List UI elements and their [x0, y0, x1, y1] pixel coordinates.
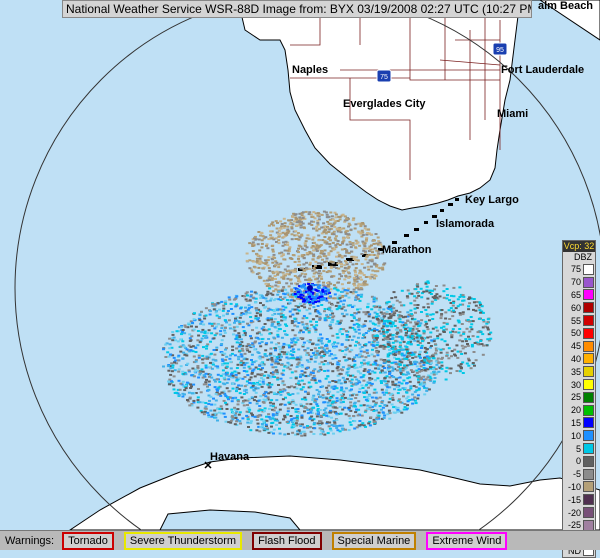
legend-label: 35	[570, 366, 581, 377]
legend-label: -5	[572, 469, 581, 480]
legend-row: 35	[563, 365, 595, 378]
legend-label: 15	[570, 417, 581, 428]
radar-map: 75 95	[0, 0, 600, 530]
legend-swatch	[583, 340, 594, 352]
legend-swatch	[583, 315, 594, 327]
legend-row: -5	[563, 468, 595, 481]
legend-row: 25	[563, 391, 595, 404]
legend-swatch	[583, 353, 594, 365]
legend-label: 40	[570, 353, 581, 364]
legend-row: 75	[563, 263, 595, 276]
legend-row: 10	[563, 429, 595, 442]
warning-extreme-wind[interactable]: Extreme Wind	[426, 531, 508, 550]
legend-swatch	[583, 276, 594, 288]
legend-swatch	[583, 494, 594, 506]
legend-swatch	[583, 379, 594, 391]
legend-swatch	[583, 366, 594, 378]
legend-swatch	[583, 302, 594, 314]
legend-scale: 75 70 65 60 55 50 45 40 35 30 25 20 15 10 5 0 -5 -10 -15 -2…	[563, 263, 595, 557]
title-bar: National Weather Service WSR-88D Image f…	[62, 0, 532, 18]
legend-swatch	[583, 481, 594, 493]
legend-label: 0	[575, 456, 581, 467]
radar-site-marker	[307, 285, 313, 291]
warnings-label: Warnings:	[5, 534, 55, 547]
city-label-key-largo: Key Largo	[465, 194, 519, 206]
legend-row: 30	[563, 378, 595, 391]
legend-row: 50	[563, 327, 595, 340]
legend-label: -20	[567, 507, 581, 518]
svg-text:95: 95	[496, 47, 504, 54]
legend-swatch	[583, 327, 594, 339]
legend-swatch	[583, 417, 594, 429]
city-label-havana: Havana	[210, 451, 250, 463]
interstate-95-shield: 95	[492, 42, 508, 56]
legend-label: 30	[570, 379, 581, 390]
legend-row: 5	[563, 442, 595, 455]
legend-vcp: Vcp: 32	[563, 241, 595, 252]
legend-swatch	[583, 391, 594, 403]
city-label-palm-beach: alm Beach	[538, 0, 594, 12]
legend-row: 15	[563, 417, 595, 430]
legend-label: 75	[570, 264, 581, 275]
legend-row: 65	[563, 289, 595, 302]
legend-label: 25	[570, 392, 581, 403]
legend-row: -10	[563, 481, 595, 494]
city-label-everglades-city: Everglades City	[343, 98, 426, 110]
legend-row: -20	[563, 506, 595, 519]
city-label-miami: Miami	[497, 108, 529, 120]
legend-label: 20	[570, 405, 581, 416]
legend-swatch	[583, 289, 594, 301]
warnings-bar: Warnings: Tornado Severe Thunderstorm Fl…	[0, 530, 600, 550]
legend-label: 45	[570, 341, 581, 352]
svg-text:75: 75	[380, 74, 388, 81]
legend-row: 45	[563, 340, 595, 353]
legend-label: 5	[575, 443, 581, 454]
legend-row: -15	[563, 493, 595, 506]
legend-row: 0	[563, 455, 595, 468]
legend-label: 60	[570, 302, 581, 313]
legend-label: 70	[570, 277, 581, 288]
legend-swatch	[583, 468, 594, 480]
legend-label: 55	[570, 315, 581, 326]
legend-label: 10	[570, 430, 581, 441]
warning-severe-thunderstorm[interactable]: Severe Thunderstorm	[123, 531, 243, 550]
legend-label: -10	[567, 481, 581, 492]
legend-row: 60	[563, 301, 595, 314]
legend-swatch	[583, 404, 594, 416]
legend-label: -15	[567, 494, 581, 505]
legend-swatch	[583, 430, 594, 442]
interstate-75-shield: 75	[376, 69, 392, 83]
legend-label: -25	[567, 520, 581, 531]
warning-flash-flood[interactable]: Flash Flood	[252, 531, 322, 550]
city-label-marathon: Marathon	[382, 244, 432, 256]
legend-swatch	[583, 507, 594, 519]
warning-tornado[interactable]: Tornado	[62, 531, 114, 550]
legend-swatch	[583, 263, 594, 275]
warning-special-marine[interactable]: Special Marine	[331, 531, 417, 550]
legend-swatch	[583, 443, 594, 455]
legend-unit: DBZ	[574, 252, 592, 262]
legend-label: 50	[570, 328, 581, 339]
legend-row: 70	[563, 276, 595, 289]
legend-row: 40	[563, 353, 595, 366]
legend-row: 20	[563, 404, 595, 417]
city-label-islamorada: Islamorada	[436, 218, 495, 230]
legend-swatch	[583, 455, 594, 467]
legend-label: 65	[570, 289, 581, 300]
dbz-legend: Vcp: 32 DBZ 75 70 65 60 55 50 45 40 35 30 25 20 15 10…	[562, 240, 596, 558]
city-label-fort-lauderdale: Fort Lauderdale	[501, 64, 585, 76]
city-label-naples: Naples	[292, 64, 329, 76]
legend-row: 55	[563, 314, 595, 327]
